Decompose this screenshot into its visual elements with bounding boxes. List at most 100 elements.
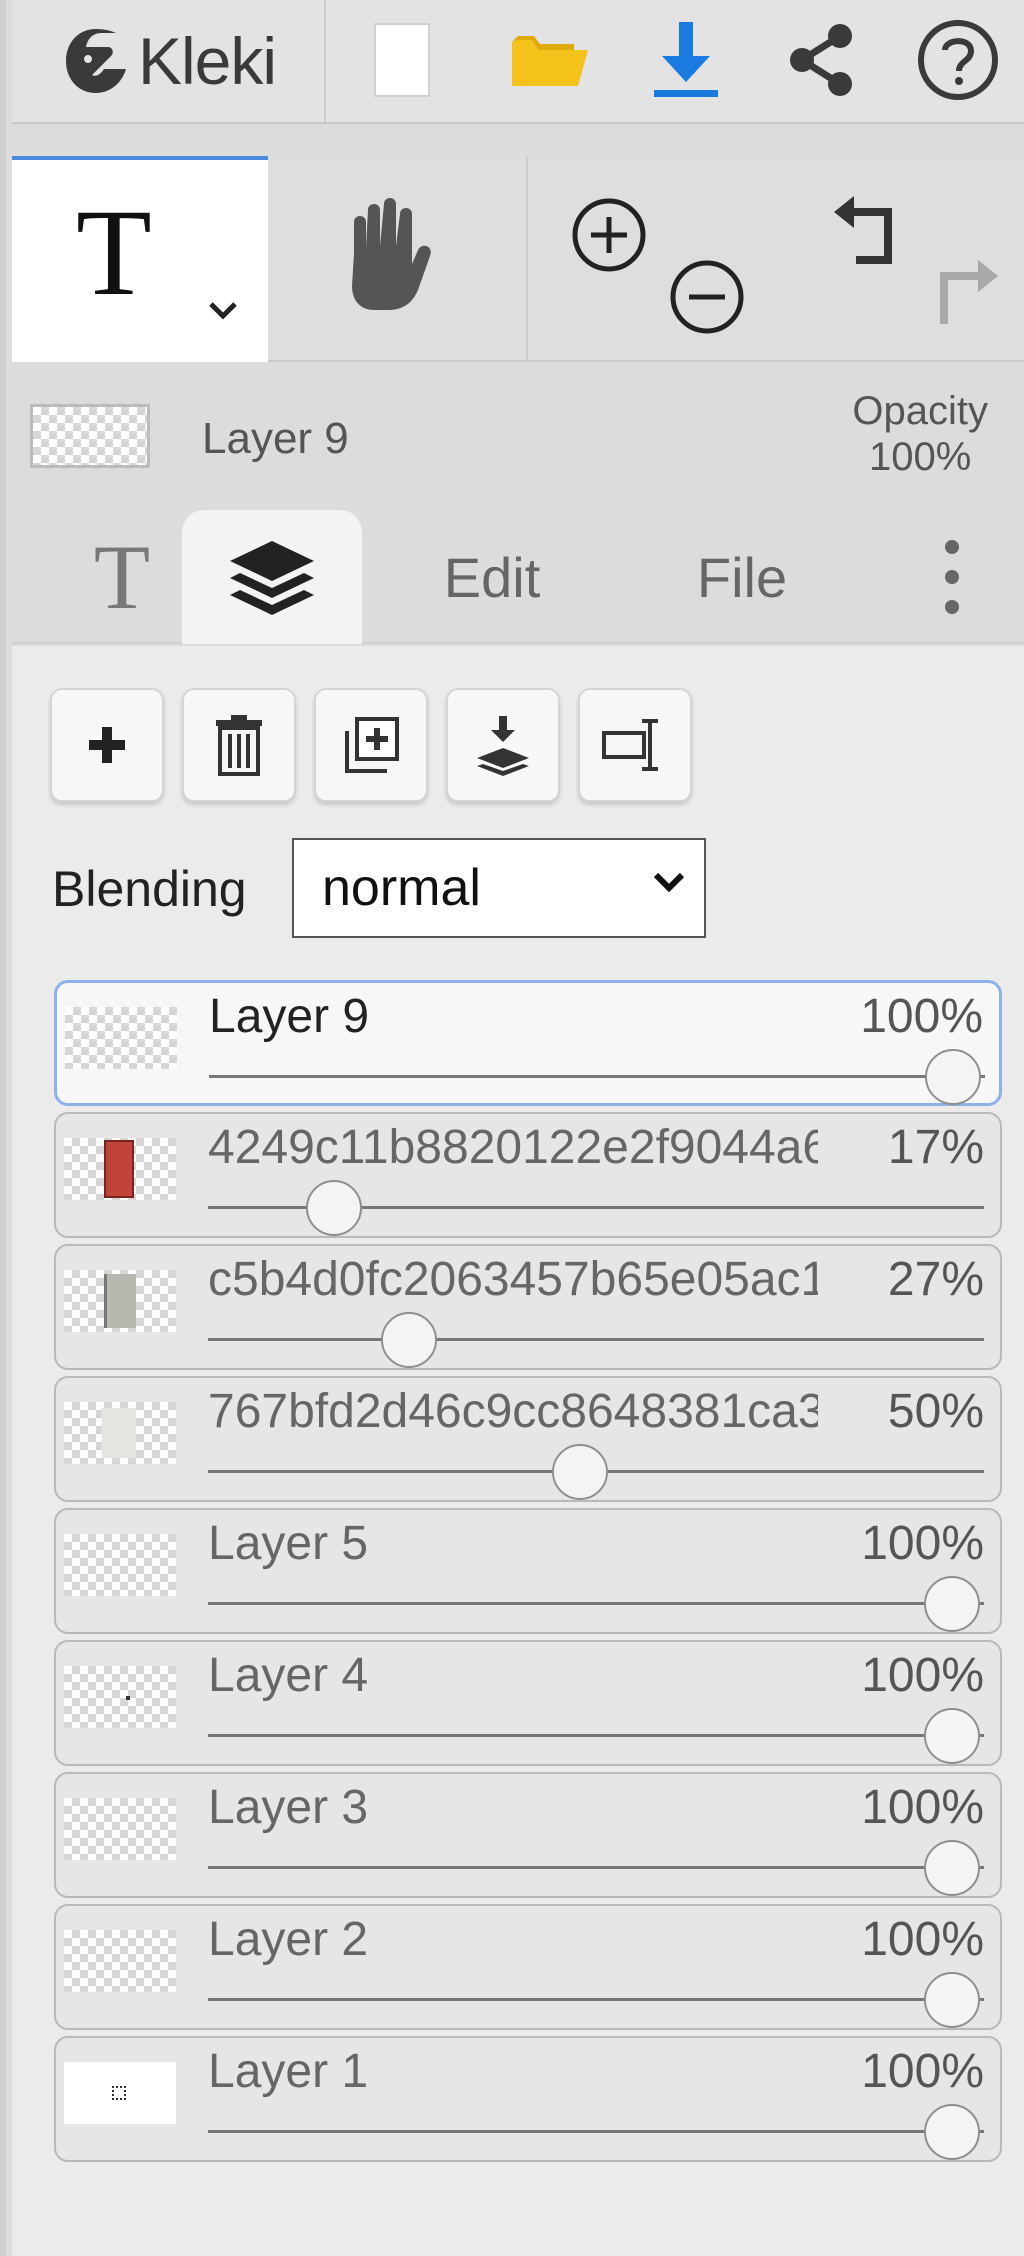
- layer-opacity-value: 100%: [860, 990, 983, 1043]
- panel-tabs: T Edit File: [12, 510, 1024, 644]
- undo-button[interactable]: [828, 192, 908, 273]
- layer-name: Layer 5: [208, 1517, 369, 1570]
- layer-thumbnail: [64, 1798, 176, 1860]
- chevron-down-icon[interactable]: [208, 300, 238, 322]
- tool-divider: [526, 156, 528, 362]
- layer-opacity-slider[interactable]: [208, 1338, 984, 1341]
- redo-button[interactable]: [924, 256, 1004, 337]
- layer-row[interactable]: Layer 3 100%: [54, 1772, 1002, 1898]
- blending-value: normal: [322, 859, 481, 917]
- help-icon: [918, 20, 998, 100]
- layer-name: 767bfd2d46c9cc8648381ca3: [208, 1385, 818, 1438]
- layer-opacity-value: 100%: [861, 1649, 984, 1702]
- share-button[interactable]: [774, 10, 870, 110]
- slider-handle[interactable]: [925, 1049, 981, 1105]
- more-menu-button[interactable]: [922, 510, 982, 644]
- layer-name: 4249c11b8820122e2f9044a6: [208, 1121, 818, 1174]
- slider-handle[interactable]: [924, 1972, 980, 2028]
- layer-name: Layer 4: [208, 1649, 369, 1702]
- current-layer-name: Layer 9: [202, 414, 349, 463]
- zoom-in-icon: [572, 198, 646, 272]
- new-document-button[interactable]: [354, 10, 450, 110]
- layer-opacity-slider[interactable]: [208, 1734, 984, 1737]
- layer-opacity-slider[interactable]: [208, 1998, 984, 2001]
- layer-opacity-value: 100%: [861, 2045, 984, 2098]
- redo-icon: [940, 260, 998, 324]
- layer-row[interactable]: Layer 4 100%: [54, 1640, 1002, 1766]
- text-tool-icon: T: [76, 184, 152, 321]
- layer-opacity-slider[interactable]: [208, 1602, 984, 1605]
- zoom-out-icon: [670, 260, 744, 334]
- layer-row[interactable]: 4249c11b8820122e2f9044a6 17%: [54, 1112, 1002, 1238]
- tab-brush[interactable]: T: [62, 510, 182, 644]
- add-layer-button[interactable]: [50, 688, 164, 802]
- blending-select[interactable]: normal: [292, 838, 706, 938]
- layer-opacity-slider[interactable]: [208, 1866, 984, 1869]
- layer-thumbnail: [64, 1138, 176, 1200]
- layer-row[interactable]: Layer 1 100%: [54, 2036, 1002, 2162]
- slider-handle[interactable]: [924, 2104, 980, 2160]
- help-button[interactable]: [910, 10, 1006, 110]
- layer-opacity-value: 100%: [861, 1517, 984, 1570]
- layer-thumbnail: [65, 1007, 177, 1069]
- delete-layer-button[interactable]: [182, 688, 296, 802]
- slider-handle[interactable]: [380, 1312, 437, 1368]
- layer-opacity-value: 100%: [861, 1781, 984, 1834]
- layer-thumbnail: [64, 1402, 176, 1464]
- zoom-out-button[interactable]: [668, 258, 746, 341]
- current-layer-info: Layer 9 Opacity 100%: [12, 370, 1024, 490]
- delete-layer-icon: [216, 715, 262, 776]
- layer-opacity-value: 100%: [861, 1913, 984, 1966]
- layer-name: Layer 2: [208, 1913, 369, 1966]
- download-icon: [654, 22, 718, 97]
- kleki-logo-icon: [66, 29, 126, 93]
- slider-handle[interactable]: [924, 1576, 980, 1632]
- open-folder-icon: [512, 36, 588, 86]
- layer-opacity-slider[interactable]: [208, 2130, 984, 2133]
- open-file-button[interactable]: [502, 10, 598, 110]
- chevron-down-icon: [653, 872, 685, 893]
- layer-opacity-slider[interactable]: [209, 1075, 985, 1078]
- layer-opacity-value: 50%: [887, 1385, 984, 1438]
- more-vertical-icon: [945, 540, 959, 614]
- slider-handle[interactable]: [306, 1180, 363, 1236]
- share-icon: [790, 24, 852, 96]
- app-name: Kleki: [138, 24, 277, 98]
- undo-icon: [834, 196, 892, 264]
- layer-thumbnail: [64, 2062, 176, 2124]
- slider-handle[interactable]: [924, 1708, 980, 1764]
- hand-tool-button[interactable]: [332, 192, 436, 319]
- tab-layers[interactable]: [182, 510, 362, 644]
- tab-file[interactable]: File: [672, 510, 812, 644]
- rename-layer-button[interactable]: [578, 688, 692, 802]
- layers-panel: Kleki T Layer 9 Opacity 100% T Edit File…: [0, 0, 1024, 2256]
- layers-section: Blending normal Layer 9 100% 4249c11b88201…: [12, 646, 1024, 2256]
- duplicate-layer-button[interactable]: [314, 688, 428, 802]
- layer-row[interactable]: Layer 2 100%: [54, 1904, 1002, 2030]
- top-bar: Kleki: [12, 0, 1024, 124]
- current-layer-thumbnail: [30, 404, 150, 468]
- add-layer-icon: [89, 727, 125, 763]
- zoom-in-button[interactable]: [570, 196, 648, 279]
- slider-handle[interactable]: [924, 1840, 980, 1896]
- layer-name: Layer 9: [209, 990, 370, 1043]
- blending-label: Blending: [52, 861, 247, 917]
- layer-row[interactable]: c5b4d0fc2063457b65e05ac1 27%: [54, 1244, 1002, 1370]
- merge-down-button[interactable]: [446, 688, 560, 802]
- text-tool-button[interactable]: T: [12, 156, 268, 362]
- tab-edit[interactable]: Edit: [412, 510, 572, 644]
- app-logo[interactable]: Kleki: [12, 0, 326, 122]
- layer-row[interactable]: Layer 5 100%: [54, 1508, 1002, 1634]
- tool-row: T: [12, 156, 1024, 362]
- merge-down-icon: [477, 716, 529, 776]
- layer-name: c5b4d0fc2063457b65e05ac1: [208, 1253, 818, 1306]
- layer-name: Layer 1: [208, 2045, 369, 2098]
- layer-row[interactable]: 767bfd2d46c9cc8648381ca3 50%: [54, 1376, 1002, 1502]
- hand-tool-icon: [352, 198, 431, 310]
- layer-row[interactable]: Layer 9 100%: [54, 980, 1002, 1106]
- slider-handle[interactable]: [552, 1444, 608, 1500]
- layer-thumbnail: [64, 1930, 176, 1992]
- current-layer-opacity: Opacity 100%: [852, 388, 988, 480]
- opacity-label: Opacity: [852, 389, 988, 433]
- save-button[interactable]: [638, 10, 734, 110]
